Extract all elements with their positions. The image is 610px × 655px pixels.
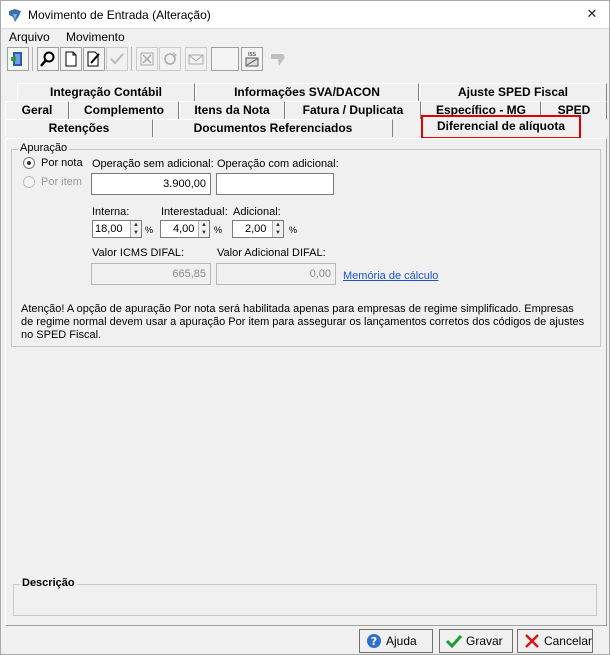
search-icon: [40, 51, 55, 67]
mail-button[interactable]: [185, 47, 207, 71]
por-item-radio[interactable]: [23, 176, 35, 188]
tab-geral[interactable]: Geral: [5, 101, 69, 119]
por-nota-label: Por nota: [41, 157, 83, 169]
interestadual-spin-arrows[interactable]: ▲ ▼: [198, 221, 209, 237]
apuracao-label: Apuração: [18, 142, 70, 154]
edit-document-icon: [87, 51, 100, 67]
ajuda-button[interactable]: ? Ajuda: [359, 629, 433, 653]
interestadual-label: Interestadual:: [161, 206, 228, 218]
valor-icms-difal-input[interactable]: 665,85: [91, 263, 211, 285]
delete-button[interactable]: [136, 47, 158, 71]
interestadual-spinner[interactable]: 4,00 ▲ ▼: [160, 220, 210, 238]
menu-arquivo[interactable]: Arquivo: [9, 30, 50, 44]
main-window: Movimento de Entrada (Alteração) ✕ Arqui…: [0, 0, 610, 655]
interna-value: 18,00: [95, 223, 123, 235]
tab-integracao-contabil[interactable]: Integração Contábil: [17, 83, 195, 101]
interna-spin-arrows[interactable]: ▲ ▼: [130, 221, 141, 237]
search-button[interactable]: [37, 47, 59, 71]
undo-icon: [271, 54, 285, 66]
regime-notice: Atenção! A opção de apuração Por nota se…: [21, 303, 585, 341]
exit-button[interactable]: [7, 47, 29, 71]
edit-button[interactable]: [83, 47, 105, 71]
tab-retencoes[interactable]: Retenções: [5, 119, 153, 137]
confirm-icon: [110, 53, 124, 65]
memoria-de-calculo-link[interactable]: Memória de cálculo: [343, 270, 438, 282]
exit-icon: [11, 52, 22, 66]
cancelar-label: Cancelar: [543, 634, 592, 648]
adicional-label: Adicional:: [233, 206, 281, 218]
undo-button[interactable]: [267, 47, 289, 71]
interestadual-percent: %: [214, 225, 223, 235]
checkmark-icon: [446, 634, 462, 649]
mail-icon: [188, 54, 204, 65]
interestadual-value: 4,00: [173, 223, 195, 235]
cancelar-button[interactable]: Cancelar: [517, 629, 593, 653]
valor-adicional-difal-input[interactable]: 0,00: [216, 263, 336, 285]
adicional-percent: %: [289, 225, 298, 235]
confirm-button[interactable]: [106, 47, 128, 71]
svg-text:ISS: ISS: [248, 52, 256, 58]
interna-spinner[interactable]: 18,00 ▲ ▼: [92, 220, 142, 238]
tab-ajuste-sped-fiscal[interactable]: Ajuste SPED Fiscal: [419, 83, 607, 101]
gravar-label: Gravar: [466, 634, 503, 648]
valor-icms-difal-label: Valor ICMS DIFAL:: [92, 247, 185, 259]
iss-icon: ISS: [245, 52, 259, 67]
tab-documentos-referenciados[interactable]: Documentos Referenciados: [153, 119, 393, 137]
new-button[interactable]: [60, 47, 82, 71]
op-com-adicional-label: Operação com adicional:: [217, 158, 339, 170]
help-icon: ?: [367, 634, 381, 648]
svg-text:?: ?: [371, 635, 377, 648]
new-document-icon: [65, 51, 77, 67]
ajuda-label: Ajuda: [386, 634, 417, 648]
cancel-x-icon: [525, 634, 539, 648]
tab-fatura-duplicata[interactable]: Fatura / Duplicata: [285, 101, 421, 119]
tab-complemento[interactable]: Complemento: [69, 101, 179, 119]
blank-button[interactable]: [211, 47, 239, 71]
interna-label: Interna:: [92, 206, 130, 218]
adicional-value: 2,00: [245, 223, 267, 235]
refresh-icon: [164, 52, 177, 65]
tab-informacoes-sva-dacon[interactable]: Informações SVA/DACON: [195, 83, 419, 101]
adicional-spin-arrows[interactable]: ▲ ▼: [272, 221, 283, 237]
delete-icon: [140, 52, 154, 66]
gravar-button[interactable]: Gravar: [439, 629, 513, 653]
menu-bar: Arquivo Movimento: [1, 29, 609, 46]
iss-button[interactable]: ISS: [241, 47, 263, 71]
op-sem-adicional-label: Operação sem adicional:: [92, 158, 214, 170]
descricao-group: Descrição: [13, 577, 597, 616]
refresh-button[interactable]: [159, 47, 181, 71]
por-nota-radio[interactable]: [23, 157, 35, 169]
adicional-spinner[interactable]: 2,00 ▲ ▼: [232, 220, 284, 238]
op-sem-adicional-input[interactable]: 3.900,00: [91, 173, 211, 195]
menu-movimento[interactable]: Movimento: [66, 30, 125, 44]
app-icon: [9, 9, 21, 22]
tab-itens-da-nota[interactable]: Itens da Nota: [179, 101, 285, 119]
por-item-label: Por item: [41, 176, 82, 188]
valor-adicional-difal-label: Valor Adicional DIFAL:: [217, 247, 326, 259]
tab-diferencial-de-aliquota[interactable]: Diferencial de alíquota: [421, 115, 581, 139]
interna-percent: %: [145, 225, 154, 235]
descricao-label: Descrição: [20, 577, 77, 589]
close-icon[interactable]: ✕: [585, 7, 599, 21]
op-com-adicional-input[interactable]: [216, 173, 334, 195]
window-title: Movimento de Entrada (Alteração): [28, 8, 211, 22]
toolbar: ISS: [5, 47, 605, 75]
title-bar: Movimento de Entrada (Alteração) ✕: [1, 1, 609, 29]
